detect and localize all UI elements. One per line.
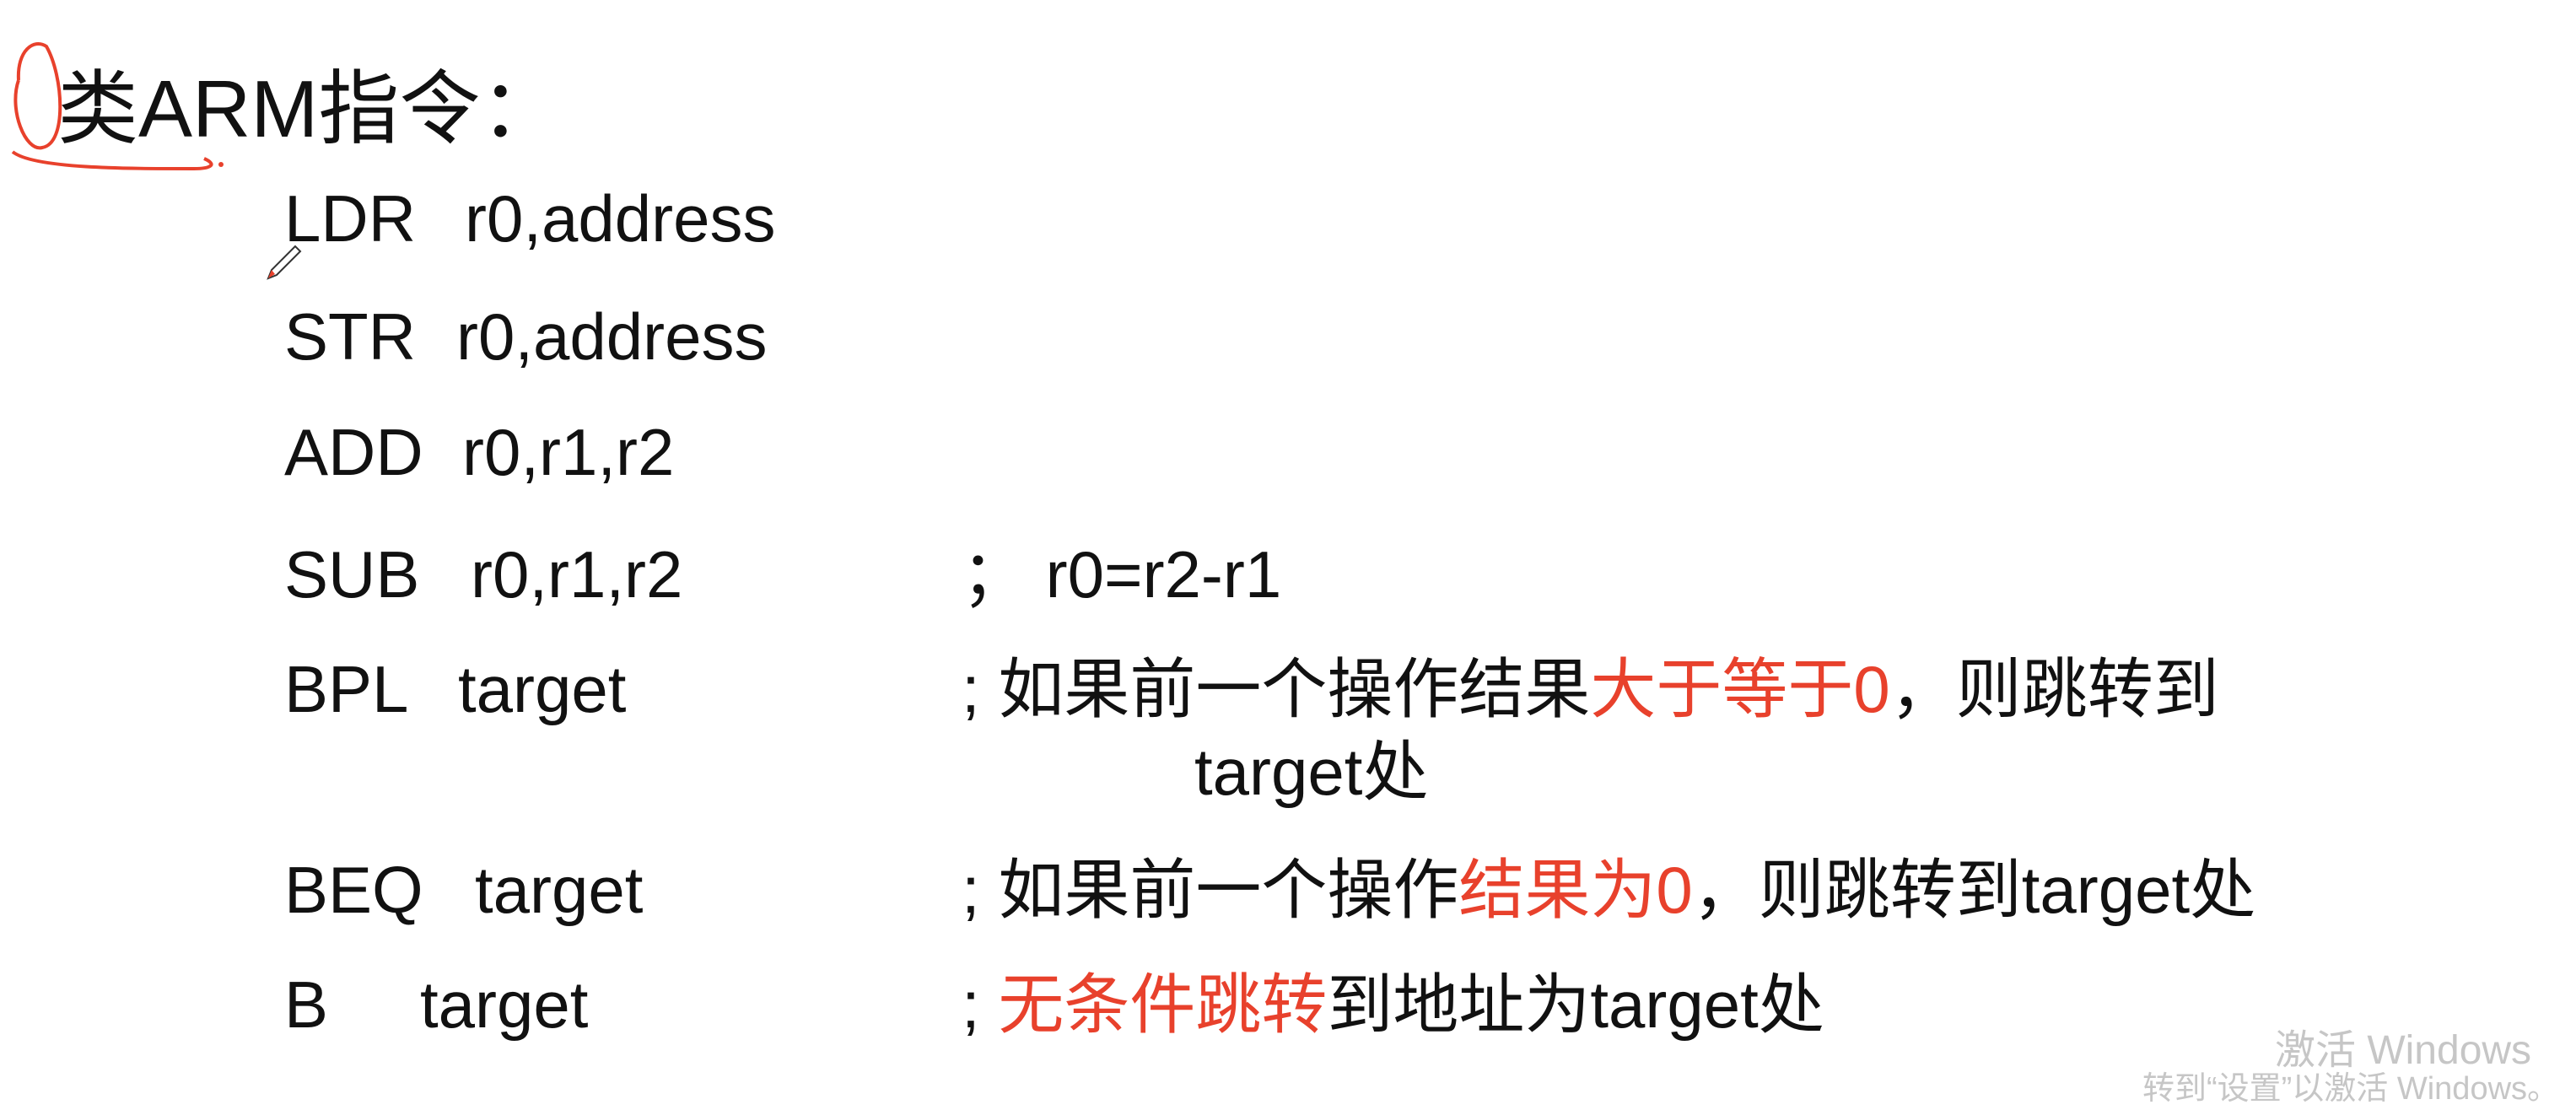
slide-title: 类ARM指令：: [57, 64, 562, 154]
instruction-comment: ; 如果前一个操作结果大于等于0，则跳转到: [962, 656, 2219, 722]
instruction-comment: ; 如果前一个操作结果为0，则跳转到target处: [962, 857, 2255, 923]
highlighted-text: 结果为0: [1458, 853, 1693, 927]
comment-continuation: target处: [1194, 735, 1429, 809]
instruction-mnemonic: BEQ: [284, 853, 423, 927]
instruction-operands: r0,r1,r2: [471, 537, 683, 612]
instruction-operands: r0,address: [465, 181, 776, 256]
watermark-line1: 激活 Windows: [2275, 1028, 2532, 1073]
highlighted-text: 大于等于0: [1590, 652, 1890, 726]
comment-text: 到地址为target处: [1327, 967, 1824, 1042]
comment-text: ； r0=r2-r1: [962, 537, 1282, 612]
instruction-mnemonic: B: [284, 967, 329, 1042]
comment-text: ，则跳转到target处: [1692, 853, 2256, 927]
instruction-comment: ； r0=r2-r1: [962, 542, 1281, 607]
instruction-mnemonic: ADD: [284, 415, 423, 489]
instruction-operands: target: [475, 853, 644, 927]
instruction-operands: r0,r1,r2: [462, 415, 675, 489]
instruction-comment: ; 无条件跳转到地址为target处: [962, 972, 1824, 1037]
instruction-mnemonic: LDR: [284, 181, 417, 256]
instruction-mnemonic: SUB: [284, 537, 420, 612]
comment-text: ，则跳转到: [1889, 652, 2219, 726]
watermark-line2: 转到“设置”以激活 Windows。: [2142, 1071, 2560, 1107]
dot-annotation: [218, 162, 224, 167]
instruction-mnemonic: BPL: [284, 652, 409, 726]
comment-text: ; 如果前一个操作: [962, 853, 1459, 927]
circle-annotation: [13, 41, 62, 150]
underline-annotation: [11, 150, 213, 171]
instruction-operands: target: [458, 652, 627, 726]
instruction-operands: target: [420, 967, 589, 1042]
instruction-operands: r0,address: [456, 299, 768, 374]
comment-text: ; 如果前一个操作结果: [962, 652, 1591, 726]
highlighted-text: 无条件跳转: [998, 967, 1328, 1042]
comment-text: ;: [962, 967, 999, 1042]
instruction-mnemonic: STR: [284, 299, 416, 374]
